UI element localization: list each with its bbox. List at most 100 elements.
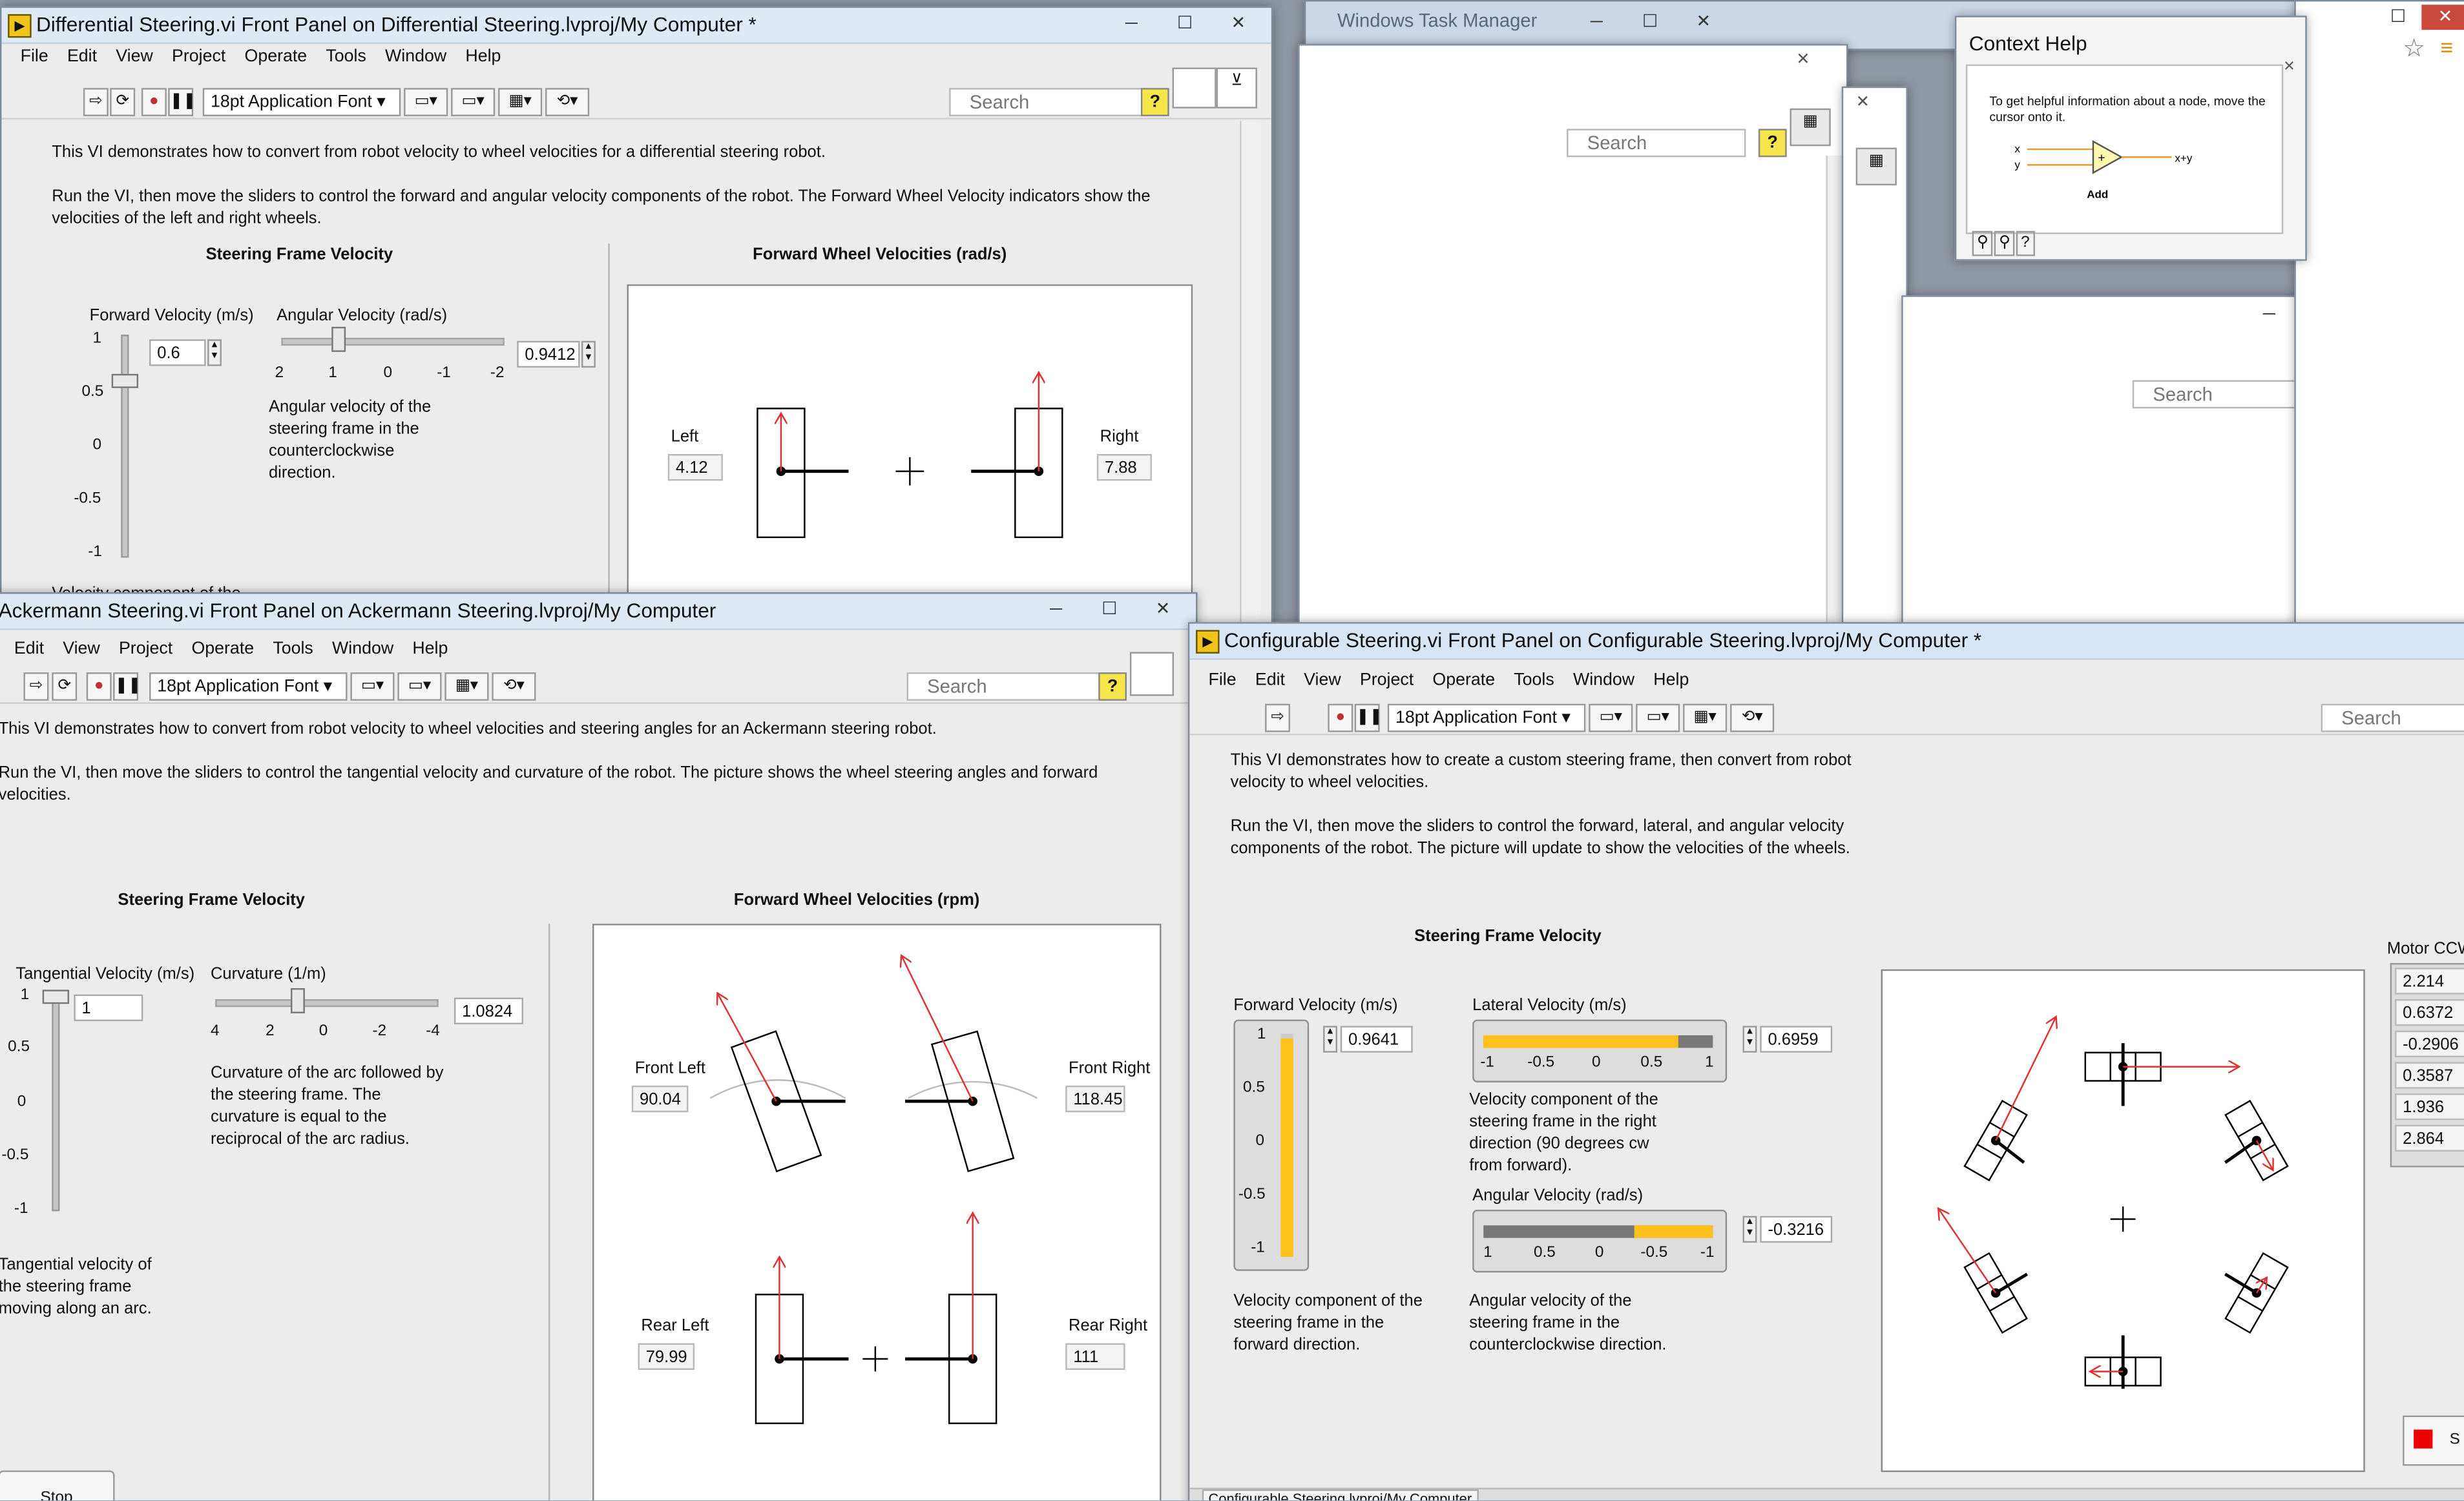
forward-velocity-slider-thumb[interactable] xyxy=(111,373,139,388)
close-icon[interactable]: ✕ xyxy=(2283,55,2295,77)
menu-tools[interactable]: Tools xyxy=(1505,668,1564,690)
vi-icon-pane[interactable] xyxy=(1172,67,1216,109)
ackermann-steering-window[interactable]: Ackermann Steering.vi Front Panel on Ack… xyxy=(0,592,1198,1500)
title-bar[interactable]: ▶ Differential Steering.vi Front Panel o… xyxy=(1,8,1271,45)
search-input[interactable]: Search xyxy=(949,88,1151,116)
vi-connector-icon[interactable]: ▦ xyxy=(1855,147,1897,186)
menu-window[interactable]: Window xyxy=(375,44,455,66)
browser-window[interactable]: ☐ ✕ ☆ ≡ xyxy=(2294,0,2464,632)
run-continuous-icon[interactable]: ⟳ xyxy=(110,88,136,116)
forward-velocity-slider[interactable]: 1 0.5 0 -0.5 -1 xyxy=(1233,1019,1310,1271)
menu-window[interactable]: Window xyxy=(322,636,402,658)
close-icon[interactable]: ✕ xyxy=(1856,91,1870,113)
angular-velocity-input[interactable]: 0.9412 xyxy=(517,340,580,368)
vertical-scrollbar[interactable] xyxy=(1240,121,1260,637)
search-input[interactable]: Search xyxy=(2321,703,2464,732)
menu-view[interactable]: View xyxy=(1295,668,1351,690)
abort-icon[interactable]: ● xyxy=(1328,703,1353,732)
angular-velocity-input[interactable]: -0.3216 xyxy=(1760,1216,1833,1243)
angular-velocity-spinner[interactable]: ▲ ▼ xyxy=(581,340,596,368)
menu-file[interactable]: File xyxy=(11,44,57,66)
menu-operate[interactable]: Operate xyxy=(235,44,317,66)
lateral-velocity-slider[interactable]: -1 -0.5 0 0.5 1 xyxy=(1472,1019,1728,1082)
distribute-objects-icon[interactable]: ▭▾ xyxy=(1636,703,1680,732)
vi-icon-pane[interactable] xyxy=(1129,652,1175,696)
reorder-icon[interactable]: ⟲▾ xyxy=(1730,703,1775,732)
run-arrow-icon[interactable]: ⇨ xyxy=(1265,703,1291,732)
context-help-window[interactable]: Context Help To get helpful information … xyxy=(1954,16,2307,261)
forward-velocity-spinner[interactable]: ▲ ▼ xyxy=(1323,1026,1337,1053)
block-diagram-window-1[interactable]: ✕ Search ? ▦ xyxy=(1298,44,1848,628)
distribute-objects-icon[interactable]: ▭▾ xyxy=(451,88,496,116)
curvature-slider-track[interactable] xyxy=(215,999,439,1008)
stop-button[interactable]: S xyxy=(2403,1415,2464,1466)
font-selector[interactable]: 18pt Application Font ▾ xyxy=(149,672,348,701)
curvature-slider-thumb[interactable] xyxy=(290,988,305,1013)
connector-pane-icon[interactable]: ⊻ xyxy=(1216,67,1257,109)
angular-velocity-slider-thumb[interactable] xyxy=(331,326,346,352)
menu-icon[interactable]: ≡ xyxy=(2441,36,2454,58)
abort-icon[interactable]: ● xyxy=(141,88,167,116)
maximize-icon[interactable]: ☐ xyxy=(1083,597,1136,622)
menu-edit[interactable]: Edit xyxy=(1246,668,1294,690)
maximize-icon[interactable]: ☐ xyxy=(2374,5,2421,30)
vi-connector-icon[interactable]: ▦ xyxy=(1790,108,1831,147)
context-help-detail-icon[interactable]: ⚲ xyxy=(1994,231,2016,256)
forward-velocity-spinner[interactable]: ▲ ▼ xyxy=(207,339,222,366)
differential-steering-window[interactable]: ▶ Differential Steering.vi Front Panel o… xyxy=(0,6,1273,638)
title-bar[interactable]: ▶ Configurable Steering.vi Front Panel o… xyxy=(1189,623,2464,660)
resize-objects-icon[interactable]: ▦▾ xyxy=(444,672,489,701)
minimize-icon[interactable]: ─ xyxy=(1105,11,1158,36)
abort-icon[interactable]: ● xyxy=(86,672,112,701)
context-help-lock-icon[interactable]: ⚲ xyxy=(1972,231,1994,256)
pause-icon[interactable]: ❚❚ xyxy=(113,672,141,701)
close-icon[interactable]: ✕ xyxy=(2421,5,2464,30)
menu-help[interactable]: Help xyxy=(1644,668,1698,690)
maximize-icon[interactable]: ☐ xyxy=(1158,11,1212,36)
menu-file[interactable]: File xyxy=(1199,668,1246,690)
angular-velocity-slider[interactable]: 1 0.5 0 -0.5 -1 xyxy=(1472,1209,1728,1273)
menu-project[interactable]: Project xyxy=(109,636,182,658)
forward-velocity-slider-track[interactable] xyxy=(121,335,129,558)
tangential-velocity-input[interactable]: 1 xyxy=(74,994,143,1022)
menu-help[interactable]: Help xyxy=(456,44,510,66)
run-arrow-icon[interactable]: ⇨ xyxy=(83,88,109,116)
angular-velocity-slider-track[interactable] xyxy=(281,337,505,346)
status-tab[interactable]: Configurable Steering.lvproj/My Computer xyxy=(1202,1489,1478,1500)
curvature-input[interactable]: 1.0824 xyxy=(454,997,523,1024)
pause-icon[interactable]: ❚❚ xyxy=(168,88,196,116)
menu-view[interactable]: View xyxy=(107,44,163,66)
resize-objects-icon[interactable]: ▦▾ xyxy=(498,88,543,116)
menu-project[interactable]: Project xyxy=(1350,668,1423,690)
configurable-steering-window[interactable]: ▶ Configurable Steering.vi Front Panel o… xyxy=(1187,622,2464,1500)
block-diagram-window-2[interactable]: ✕ ▦ xyxy=(1841,86,1908,624)
help-icon[interactable]: ? xyxy=(1140,88,1169,116)
minimize-icon[interactable]: ─ xyxy=(1570,10,1624,35)
align-objects-icon[interactable]: ▭▾ xyxy=(350,672,395,701)
close-icon[interactable]: ✕ xyxy=(1136,597,1190,622)
help-icon[interactable]: ? xyxy=(1758,129,1787,158)
menu-view[interactable]: View xyxy=(54,636,110,658)
menu-edit[interactable]: Edit xyxy=(57,44,106,66)
distribute-objects-icon[interactable]: ▭▾ xyxy=(397,672,442,701)
title-bar[interactable]: Ackermann Steering.vi Front Panel on Ack… xyxy=(0,594,1196,630)
lateral-velocity-spinner[interactable]: ▲ ▼ xyxy=(1742,1026,1757,1053)
minimize-icon[interactable]: ─ xyxy=(2242,302,2296,327)
menu-operate[interactable]: Operate xyxy=(182,636,264,658)
menu-help[interactable]: Help xyxy=(403,636,457,658)
angular-velocity-spinner[interactable]: ▲ ▼ xyxy=(1742,1216,1757,1243)
font-selector[interactable]: 18pt Application Font ▾ xyxy=(202,88,401,116)
run-arrow-icon[interactable]: ⇨ xyxy=(23,672,49,701)
align-objects-icon[interactable]: ▭▾ xyxy=(1589,703,1633,732)
reorder-icon[interactable]: ⟲▾ xyxy=(545,88,590,116)
star-icon[interactable]: ☆ xyxy=(2403,37,2425,62)
align-objects-icon[interactable]: ▭▾ xyxy=(404,88,448,116)
close-icon[interactable]: ✕ xyxy=(1796,48,1810,70)
menu-operate[interactable]: Operate xyxy=(1423,668,1505,690)
close-icon[interactable]: ✕ xyxy=(1676,10,1730,35)
search-input[interactable]: Search xyxy=(1567,129,1746,158)
help-icon[interactable]: ? xyxy=(1098,672,1127,701)
minimize-icon[interactable]: ─ xyxy=(1029,597,1083,622)
tangential-velocity-slider-thumb[interactable] xyxy=(42,989,70,1004)
resize-objects-icon[interactable]: ▦▾ xyxy=(1683,703,1728,732)
